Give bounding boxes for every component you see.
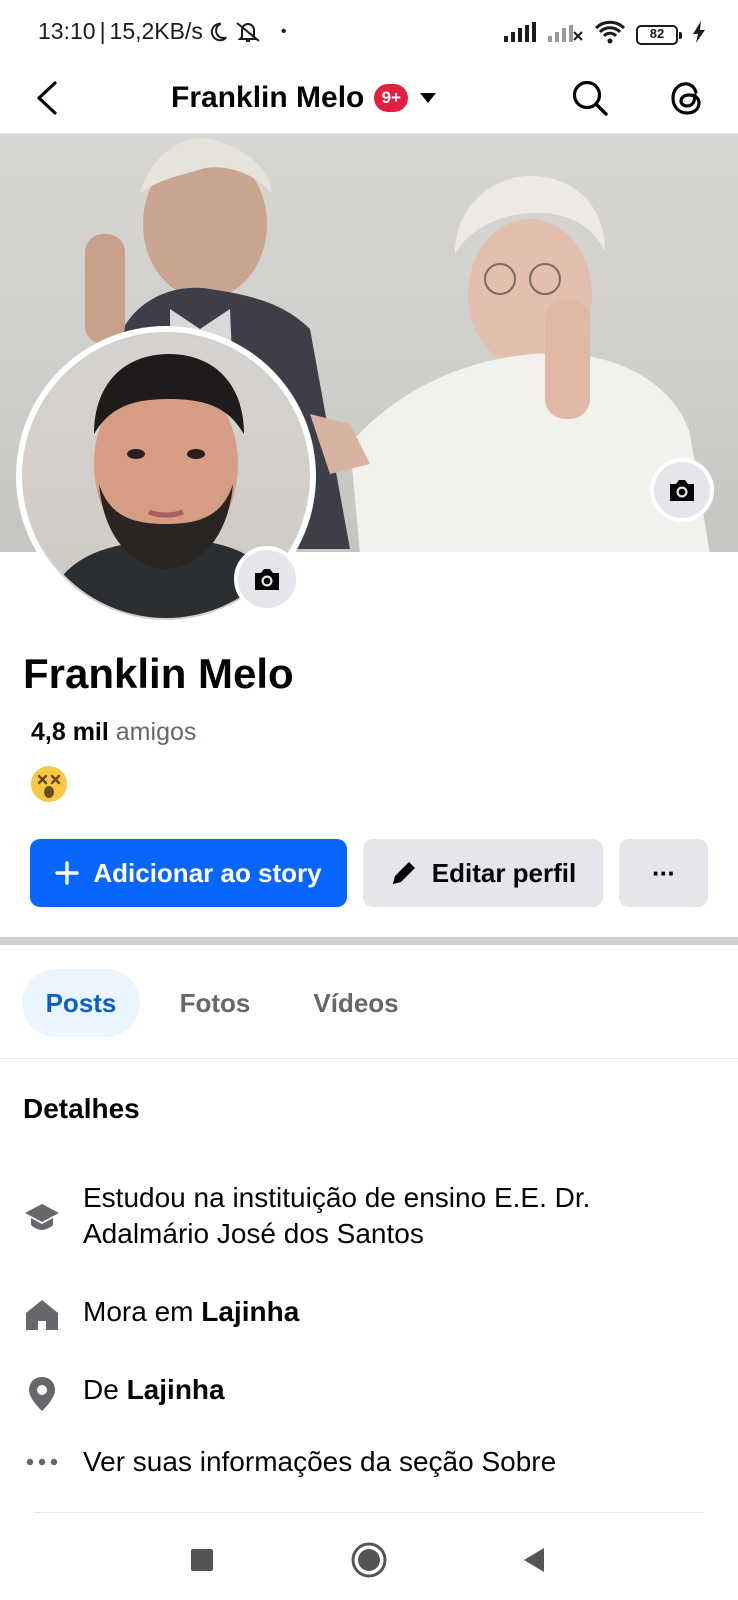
chevron-left-icon bbox=[37, 81, 57, 115]
signal-off-icon bbox=[548, 22, 584, 47]
profile-header: Franklin Melo 9+ bbox=[0, 62, 738, 134]
circle-icon bbox=[351, 1542, 387, 1578]
detail-about-link[interactable]: Ver suas informações da seção Sobre bbox=[23, 1444, 556, 1480]
search-button[interactable] bbox=[566, 74, 614, 122]
details-title: Detalhes bbox=[23, 1093, 140, 1124]
bell-muted-icon bbox=[233, 20, 263, 44]
more-dots-icon: ··· bbox=[652, 857, 676, 888]
pencil-icon bbox=[392, 862, 415, 884]
square-icon bbox=[191, 1549, 213, 1571]
tabs-divider bbox=[0, 1058, 738, 1059]
charging-icon bbox=[692, 21, 706, 48]
section-divider bbox=[0, 937, 738, 945]
from-prefix: De bbox=[83, 1374, 127, 1405]
tab-videos[interactable]: Vídeos bbox=[296, 969, 416, 1037]
about-link-text: Ver suas informações da seção Sobre bbox=[83, 1446, 557, 1477]
triangle-left-icon bbox=[524, 1548, 544, 1572]
location-pin-icon bbox=[23, 1372, 61, 1412]
signal-icon bbox=[504, 22, 538, 47]
system-navigation-bar bbox=[0, 1522, 738, 1600]
camera-icon bbox=[670, 480, 694, 501]
status-right: 82 bbox=[504, 20, 706, 49]
caret-down-icon bbox=[420, 93, 437, 103]
battery-level: 82 bbox=[649, 25, 665, 41]
lives-in-place[interactable]: Lajinha bbox=[201, 1296, 299, 1327]
graduation-cap-icon bbox=[23, 1180, 61, 1232]
plus-icon bbox=[55, 861, 80, 885]
bottom-divider bbox=[34, 1512, 704, 1513]
from-text: De Lajinha bbox=[83, 1372, 225, 1408]
edit-profile-label: Editar perfil bbox=[431, 857, 577, 888]
friends-count-link[interactable]: 4,8 mil amigos bbox=[31, 718, 196, 747]
more-options-button[interactable]: ··· bbox=[619, 839, 708, 907]
education-line-2: Adalmário José dos Santos bbox=[83, 1218, 424, 1249]
camera-icon bbox=[255, 569, 279, 590]
moon-icon bbox=[207, 21, 229, 43]
header-title: Franklin Melo bbox=[171, 81, 365, 114]
tab-fotos[interactable]: Fotos bbox=[164, 969, 266, 1037]
home-button[interactable] bbox=[345, 1536, 393, 1584]
threads-button[interactable] bbox=[663, 74, 711, 122]
status-left: 13:10 | 15,2KB/s • bbox=[38, 18, 287, 45]
friends-count: 4,8 mil bbox=[31, 718, 109, 746]
recent-apps-button[interactable] bbox=[178, 1536, 226, 1584]
lives-in-text: Mora em Lajinha bbox=[83, 1294, 299, 1330]
status-speed: 15,2KB/s bbox=[109, 18, 203, 44]
friends-label: amigos bbox=[115, 718, 197, 746]
tab-posts[interactable]: Posts bbox=[22, 969, 140, 1037]
home-icon bbox=[23, 1294, 61, 1332]
lives-in-prefix: Mora em bbox=[83, 1296, 202, 1327]
back-button[interactable] bbox=[26, 76, 66, 120]
wifi-icon bbox=[594, 20, 626, 49]
dizzy-face-emoji-icon bbox=[30, 765, 68, 803]
edit-profile-button[interactable]: Editar perfil bbox=[363, 839, 603, 907]
search-icon bbox=[572, 80, 608, 116]
notification-badge: 9+ bbox=[374, 84, 409, 112]
status-dot: • bbox=[280, 22, 287, 40]
detail-education: Estudou na instituição de ensino E.E. Dr… bbox=[23, 1180, 590, 1252]
edit-profile-picture-camera-button[interactable] bbox=[234, 546, 300, 612]
threads-icon bbox=[671, 82, 701, 115]
back-nav-button[interactable] bbox=[510, 1536, 558, 1584]
more-dots-icon bbox=[23, 1444, 61, 1466]
from-place[interactable]: Lajinha bbox=[127, 1374, 225, 1405]
add-to-story-label: Adicionar ao story bbox=[93, 857, 322, 888]
battery-indicator: 82 bbox=[636, 24, 682, 45]
status-bar: 13:10 | 15,2KB/s • 82 bbox=[0, 0, 738, 62]
education-line-1: Estudou na instituição de ensino E.E. Dr… bbox=[83, 1182, 591, 1213]
add-to-story-button[interactable]: Adicionar ao story bbox=[30, 839, 347, 907]
status-time: 13:10 bbox=[38, 18, 96, 44]
profile-name: Franklin Melo bbox=[23, 650, 294, 697]
education-text: Estudou na instituição de ensino E.E. Dr… bbox=[83, 1180, 590, 1252]
edit-cover-camera-button[interactable] bbox=[650, 458, 714, 522]
detail-lives-in: Mora em Lajinha bbox=[23, 1294, 299, 1332]
header-title-dropdown[interactable]: Franklin Melo 9+ bbox=[171, 76, 438, 120]
detail-from: De Lajinha bbox=[23, 1372, 225, 1412]
status-separator: | bbox=[99, 18, 106, 44]
